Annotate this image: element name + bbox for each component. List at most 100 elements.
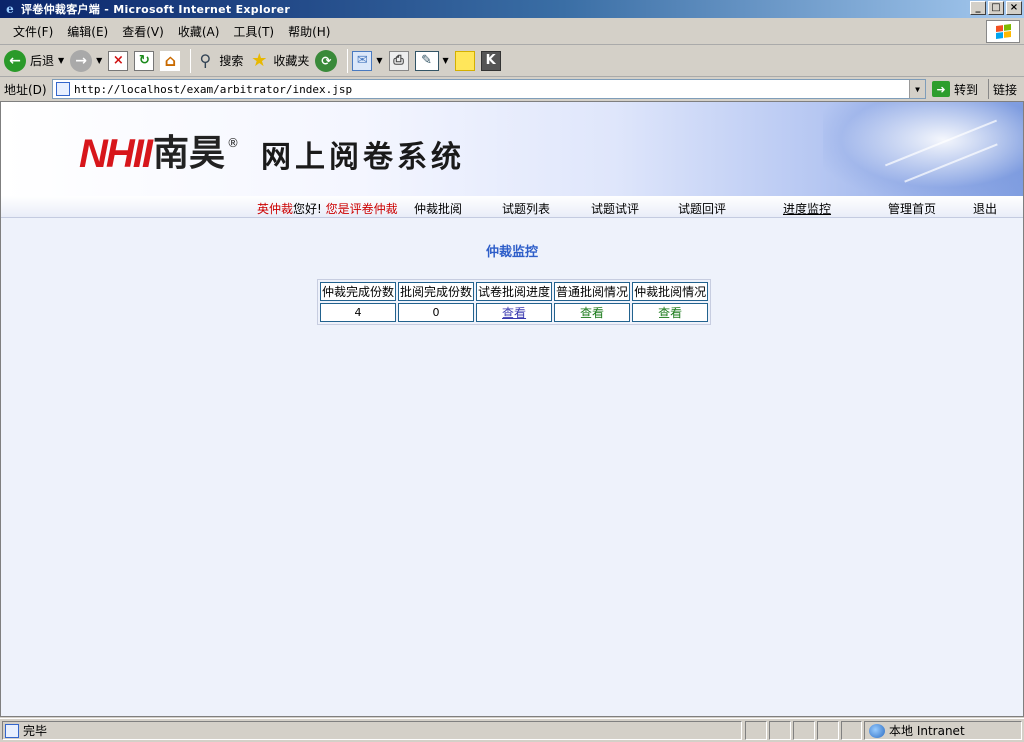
nav-progress-monitor[interactable]: 进度监控 [783,200,831,217]
window-titlebar: e 评卷仲裁客户端 - Microsoft Internet Explorer … [0,0,1024,18]
window-controls: _ □ × [970,1,1022,15]
user-name: 英仲裁 [257,202,294,216]
toolbar-separator [190,48,192,73]
brand-logo: NHII 南昊 ® [79,132,239,176]
stop-button[interactable]: × [108,47,129,75]
maximize-button[interactable]: □ [988,1,1004,15]
address-input[interactable]: http://localhost/exam/arbitrator/index.j… [52,79,926,99]
nav-arbitration-review[interactable]: 仲裁批阅 [414,200,462,217]
status-cell [745,721,767,740]
menu-favorites[interactable]: 收藏(A) [171,23,227,40]
note-icon [454,50,475,71]
zone-text: 本地 Intranet [889,724,965,738]
messenger-button[interactable]: K [480,47,501,75]
forward-button[interactable]: → ▼ [70,47,102,75]
status-cell [769,721,791,740]
print-icon: ⎙ [388,50,409,71]
forward-arrow-icon: → [70,49,93,72]
stop-icon: × [108,50,129,71]
window-title: 评卷仲裁客户端 - Microsoft Internet Explorer [21,3,291,16]
status-cell [841,721,862,740]
greeting-text: 您好! [293,202,322,216]
refresh-button[interactable]: ↻ [134,47,155,75]
close-button[interactable]: × [1006,1,1022,15]
menu-help[interactable]: 帮助(H) [281,23,337,40]
go-button[interactable]: ➜ 转到 [932,79,978,99]
links-button[interactable]: 链接 [988,79,1017,99]
search-button[interactable]: ⚲ 搜索 [195,47,243,75]
table-header-cell: 批阅完成份数 [398,282,475,301]
ie-icon: e [6,2,14,16]
view-progress-link[interactable]: 查看 [476,303,553,322]
arbitration-done-count: 4 [320,303,397,322]
favorites-label: 收藏夹 [273,54,310,68]
view-arbitration-review-link[interactable]: 查看 [632,303,709,322]
table-header-cell: 仲裁完成份数 [320,282,397,301]
mail-button[interactable]: ✉ ▼ [352,47,383,75]
menu-tools[interactable]: 工具(T) [226,23,281,40]
status-bar: 完毕 本地 Intranet [0,718,1024,742]
page-done-icon [5,723,19,738]
table-header-cell: 试卷批阅进度 [476,282,553,301]
print-button[interactable]: ⎙ [388,47,409,75]
mail-icon: ✉ [352,50,373,71]
nav-trial-review[interactable]: 试题试评 [591,200,639,217]
security-zone[interactable]: 本地 Intranet [864,721,1022,740]
intranet-globe-icon [869,723,885,738]
address-label: 地址(D) [4,82,47,97]
status-cell [817,721,839,740]
toolbar-separator [347,48,349,73]
system-title: 网上阅卷系统 [261,140,465,175]
table-row: 4 0 查看 查看 查看 [320,303,709,322]
minimize-button[interactable]: _ [970,1,986,15]
dropdown-arrow-icon[interactable]: ▼ [376,56,382,65]
nav-re-review[interactable]: 试题回评 [678,200,726,217]
logo-latin: NHII [79,132,153,176]
dropdown-arrow-icon[interactable]: ▼ [443,56,449,65]
address-dropdown-icon[interactable]: ▼ [909,80,925,98]
status-panel: 完毕 [2,721,742,740]
history-button[interactable]: ⟳ [315,47,338,75]
role-text: 您是评卷仲裁 [325,202,398,216]
view-normal-review-link[interactable]: 查看 [554,303,631,322]
nav-question-list[interactable]: 试题列表 [502,200,550,217]
menu-bar: 文件(F) 编辑(E) 查看(V) 收藏(A) 工具(T) 帮助(H) [0,19,1024,45]
go-label: 转到 [954,82,979,97]
discuss-button[interactable] [454,47,475,75]
registered-mark: ® [227,136,240,150]
back-arrow-icon: ← [4,49,26,72]
edit-button[interactable]: ✎ ▼ [414,47,449,75]
dropdown-arrow-icon[interactable]: ▼ [96,56,102,65]
review-done-count: 0 [398,303,475,322]
history-icon: ⟳ [315,49,338,72]
logo-name: 南昊 [153,133,226,174]
page-icon [56,82,70,96]
nav-admin-home[interactable]: 管理首页 [888,200,936,217]
progress-table: 仲裁完成份数 批阅完成份数 试卷批阅进度 普通批阅情况 仲裁批阅情况 4 0 查… [317,279,712,325]
page-title: 仲裁监控 [485,245,538,260]
go-arrow-icon: ➜ [932,81,950,97]
nav-bar: 英仲裁您好! 您是评卷仲裁 仲裁批阅 试题列表 试题试评 试题回评 进度监控 管… [1,196,1023,218]
menu-file[interactable]: 文件(F) [6,23,60,40]
search-icon: ⚲ [199,51,212,70]
menu-edit[interactable]: 编辑(E) [60,23,115,40]
address-url[interactable]: http://localhost/exam/arbitrator/index.j… [74,83,352,96]
standard-toolbar: ← 后退 ▼ → ▼ × ↻ ⌂ ⚲ 搜索 ★ 收藏夹 ⟳ ✉ ▼ ⎙ ✎ ▼ … [0,45,1024,77]
page-viewport: NHII 南昊 ® 网上阅卷系统 英仲裁您好! 您是评卷仲裁 仲裁批阅 试题列表… [0,101,1024,717]
header-banner: NHII 南昊 ® 网上阅卷系统 [1,102,1023,196]
back-label: 后退 [30,54,55,68]
menu-view[interactable]: 查看(V) [115,23,171,40]
status-text: 完毕 [23,724,48,738]
favorites-button[interactable]: ★ 收藏夹 [249,47,309,75]
address-bar: 地址(D) http://localhost/exam/arbitrator/i… [0,78,1024,100]
user-greeting: 英仲裁您好! 您是评卷仲裁 [257,200,398,217]
nav-logout[interactable]: 退出 [973,200,997,217]
back-button[interactable]: ← 后退 ▼ [4,47,64,75]
windows-logo-icon [986,20,1020,43]
table-header-row: 仲裁完成份数 批阅完成份数 试卷批阅进度 普通批阅情况 仲裁批阅情况 [320,282,709,301]
search-label: 搜索 [219,54,244,68]
refresh-icon: ↻ [134,50,155,71]
home-button[interactable]: ⌂ [160,47,181,75]
status-cell [793,721,815,740]
dropdown-arrow-icon[interactable]: ▼ [58,56,64,65]
